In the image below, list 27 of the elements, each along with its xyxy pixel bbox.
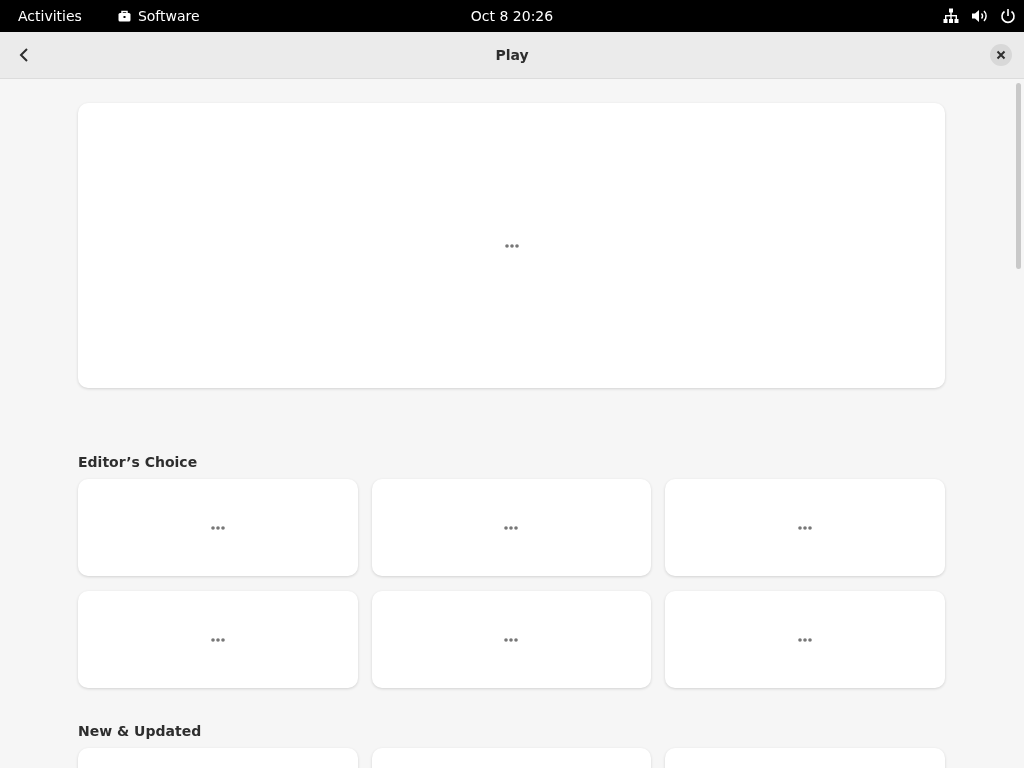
loading-dots-icon bbox=[210, 525, 225, 530]
window-title: Play bbox=[495, 47, 529, 63]
app-tile[interactable] bbox=[371, 479, 652, 576]
network-icon[interactable] bbox=[943, 8, 959, 24]
loading-dots-icon bbox=[798, 637, 813, 642]
app-tile[interactable] bbox=[665, 479, 945, 576]
clock[interactable]: Oct 8 20:26 bbox=[470, 8, 554, 24]
app-tile[interactable] bbox=[78, 479, 358, 576]
featured-banner[interactable] bbox=[78, 103, 945, 388]
loading-dots-icon bbox=[504, 637, 519, 642]
section-heading: Editor’s Choice bbox=[78, 454, 198, 470]
chevron-left-icon bbox=[19, 47, 29, 63]
section-heading: New & Updated bbox=[78, 723, 202, 739]
loading-dots-icon bbox=[798, 525, 813, 530]
power-icon[interactable] bbox=[1000, 8, 1016, 24]
app-tile[interactable] bbox=[371, 591, 652, 688]
volume-icon[interactable] bbox=[971, 8, 988, 24]
scrollbar-thumb[interactable] bbox=[1016, 83, 1021, 269]
app-menu-button[interactable]: Software bbox=[117, 8, 200, 24]
loading-dots-icon bbox=[504, 525, 519, 530]
app-tile[interactable] bbox=[78, 591, 358, 688]
close-button[interactable] bbox=[990, 44, 1012, 66]
activities-button[interactable]: Activities bbox=[18, 8, 82, 24]
close-icon bbox=[996, 50, 1006, 60]
bag-icon bbox=[117, 10, 131, 22]
loading-dots-icon bbox=[210, 637, 225, 642]
app-tile[interactable] bbox=[665, 591, 945, 688]
